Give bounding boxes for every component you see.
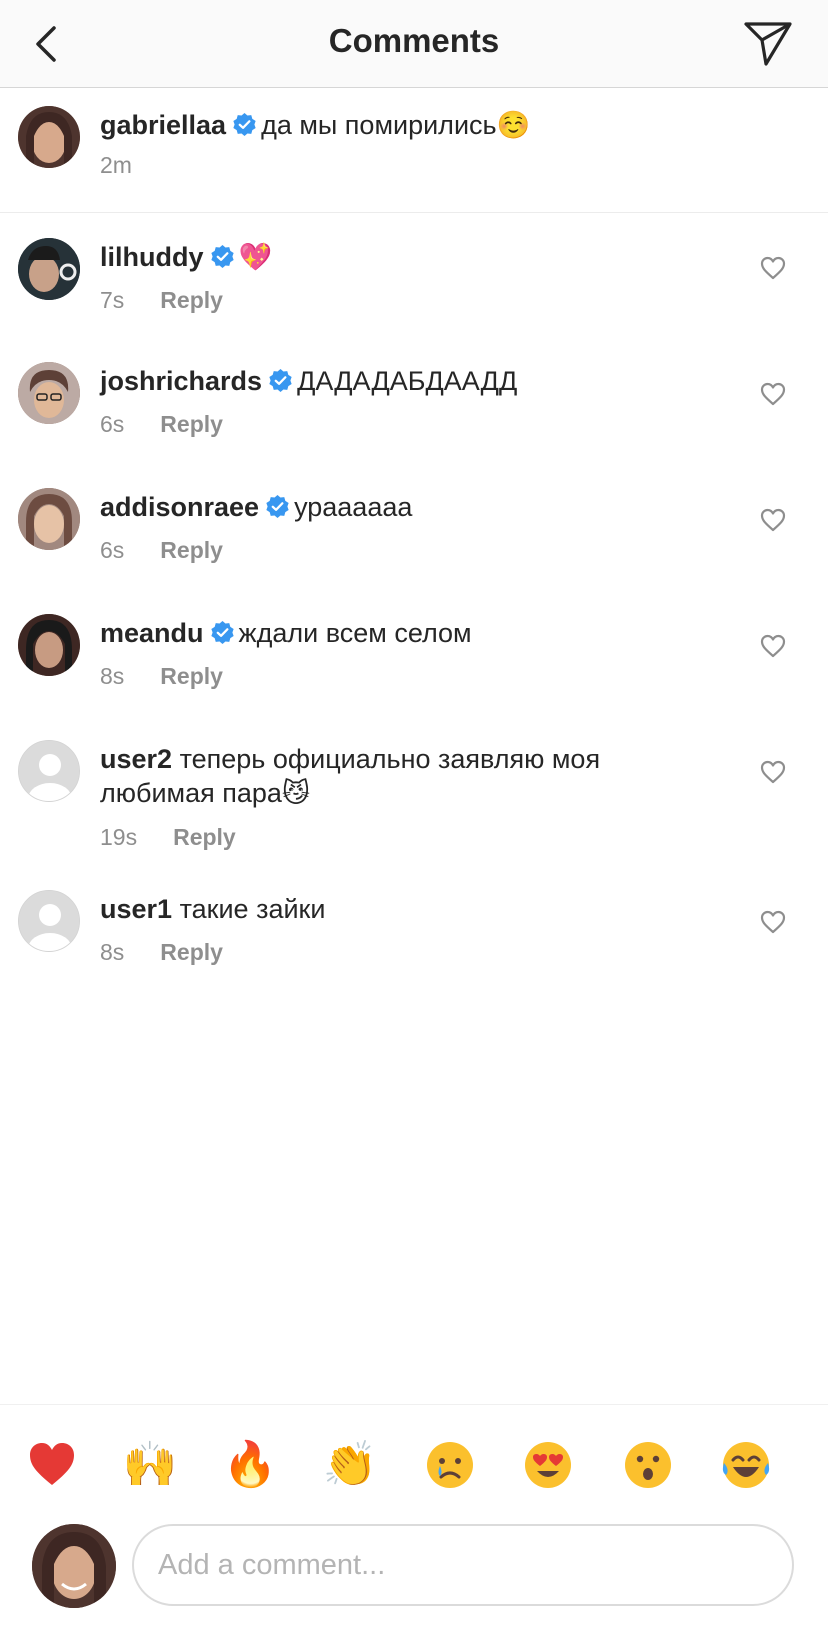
caption-username[interactable]: gabriellaa — [100, 110, 226, 140]
comment-text: lilhuddy 💖 — [100, 240, 680, 275]
fire-emoji-button[interactable]: 🔥 — [220, 1435, 280, 1495]
comment-meta: 6s Reply — [100, 411, 223, 438]
timestamp: 8s — [100, 663, 125, 689]
comment-text: joshrichards ДАДАДАБДААДД — [100, 364, 680, 398]
avatar[interactable] — [18, 106, 80, 168]
profile-photo — [18, 106, 80, 168]
reply-button[interactable]: Reply — [160, 287, 223, 313]
top-bar: Comments — [0, 0, 828, 88]
profile-photo — [18, 614, 80, 676]
avatar[interactable] — [18, 890, 80, 952]
comment-body: ждали всем селом — [238, 618, 472, 648]
verified-badge-icon — [233, 113, 256, 136]
post-caption: gabriellaa да мы помирились☺️ 2m — [0, 88, 828, 213]
comment-emoji: 💖 — [238, 242, 273, 273]
comment-item: user1 такие зайки 8s Reply — [0, 876, 828, 1002]
comment-username[interactable]: meandu — [100, 618, 204, 648]
profile-photo — [18, 238, 80, 300]
tears-of-joy-face-icon — [722, 1442, 770, 1488]
surprised-face-icon — [625, 1442, 671, 1488]
caption-body: да мы помирились — [261, 110, 497, 140]
page-title: Comments — [328, 22, 500, 59]
my-avatar — [32, 1524, 116, 1608]
comment-username[interactable]: joshrichards — [100, 366, 262, 396]
avatar[interactable] — [18, 238, 80, 300]
default-avatar-icon — [19, 741, 79, 801]
crying-emoji-button[interactable] — [420, 1435, 480, 1495]
heart-icon[interactable] — [760, 760, 786, 784]
comment-meta: 6s Reply — [100, 537, 223, 564]
timestamp: 7s — [100, 287, 125, 313]
comment-item: addisonraee ураааааа 6s Reply — [0, 464, 828, 590]
timestamp: 6s — [100, 537, 125, 563]
profile-photo — [32, 1524, 116, 1608]
comment-text: meandu ждали всем селом — [100, 616, 680, 650]
verified-badge-icon — [269, 369, 292, 392]
heart-icon[interactable] — [760, 508, 786, 532]
caption-meta: 2m — [100, 152, 132, 179]
comment-item: joshrichards ДАДАДАБДААДД 6s Reply — [0, 338, 828, 464]
comment-text: addisonraee ураааааа — [100, 490, 680, 524]
emoji-quick-bar: 🙌 🔥 👏 — [0, 1404, 828, 1505]
heart-icon[interactable] — [760, 910, 786, 934]
comment-username[interactable]: user2 — [100, 744, 172, 774]
clapping-emoji-button[interactable]: 👏 — [320, 1435, 380, 1495]
reply-button[interactable]: Reply — [160, 537, 223, 563]
reply-button[interactable]: Reply — [160, 939, 223, 965]
comment-emoji: 😼 — [281, 778, 311, 809]
heart-emoji-button[interactable] — [22, 1435, 82, 1495]
comment-item: meandu ждали всем селом 8s Reply — [0, 590, 828, 716]
heart-icon[interactable] — [760, 256, 786, 280]
comment-text: user1 такие зайки — [100, 892, 680, 926]
caption-text: gabriellaa да мы помирились☺️ — [100, 108, 680, 143]
raised-hands-emoji-button[interactable]: 🙌 — [120, 1435, 180, 1495]
reply-button[interactable]: Reply — [160, 663, 223, 689]
profile-photo — [18, 488, 80, 550]
heart-icon[interactable] — [760, 382, 786, 406]
comment-meta: 8s Reply — [100, 663, 223, 690]
laughing-emoji-button[interactable] — [716, 1435, 776, 1495]
verified-badge-icon — [210, 621, 234, 644]
comment-meta: 19s Reply — [100, 824, 236, 851]
profile-photo — [18, 362, 80, 424]
timestamp: 6s — [100, 411, 125, 437]
comment-meta: 8s Reply — [100, 939, 223, 966]
share-button[interactable] — [744, 20, 794, 68]
comment-text: user2 теперь официально заявляю моя люби… — [100, 742, 680, 811]
timestamp: 19s — [100, 824, 138, 850]
avatar[interactable] — [18, 740, 80, 802]
comment-input[interactable] — [132, 1524, 794, 1606]
heart-eyes-emoji-button[interactable] — [518, 1435, 578, 1495]
avatar[interactable] — [18, 614, 80, 676]
comment-username[interactable]: user1 — [100, 894, 172, 924]
timestamp: 2m — [100, 152, 132, 178]
comment-body: ураааааа — [294, 492, 413, 522]
verified-badge-icon — [266, 495, 289, 518]
surprised-emoji-button[interactable] — [618, 1435, 678, 1495]
comment-username[interactable]: lilhuddy — [100, 242, 204, 272]
timestamp: 8s — [100, 939, 125, 965]
comment-composer — [0, 1510, 828, 1628]
comment-meta: 7s Reply — [100, 287, 223, 314]
heart-eyes-face-icon — [525, 1442, 571, 1488]
comment-body: такие зайки — [179, 894, 326, 924]
crying-face-icon — [427, 1442, 473, 1488]
reply-button[interactable]: Reply — [173, 824, 236, 850]
comment-body: теперь официально заявляю моя любимая па… — [100, 744, 601, 808]
avatar[interactable] — [18, 488, 80, 550]
comment-body: ДАДАДАБДААДД — [297, 366, 518, 396]
verified-badge-icon — [210, 245, 234, 268]
caption-emoji: ☺️ — [496, 110, 531, 141]
comment-username[interactable]: addisonraee — [100, 492, 259, 522]
reply-button[interactable]: Reply — [160, 411, 223, 437]
heart-icon[interactable] — [760, 634, 786, 658]
comment-item: lilhuddy 💖 7s Reply — [0, 212, 828, 338]
red-heart-icon — [30, 1443, 74, 1485]
avatar[interactable] — [18, 362, 80, 424]
default-avatar-icon — [19, 891, 79, 951]
paper-plane-icon — [744, 22, 792, 66]
comment-item: user2 теперь официально заявляю моя люби… — [0, 716, 828, 876]
